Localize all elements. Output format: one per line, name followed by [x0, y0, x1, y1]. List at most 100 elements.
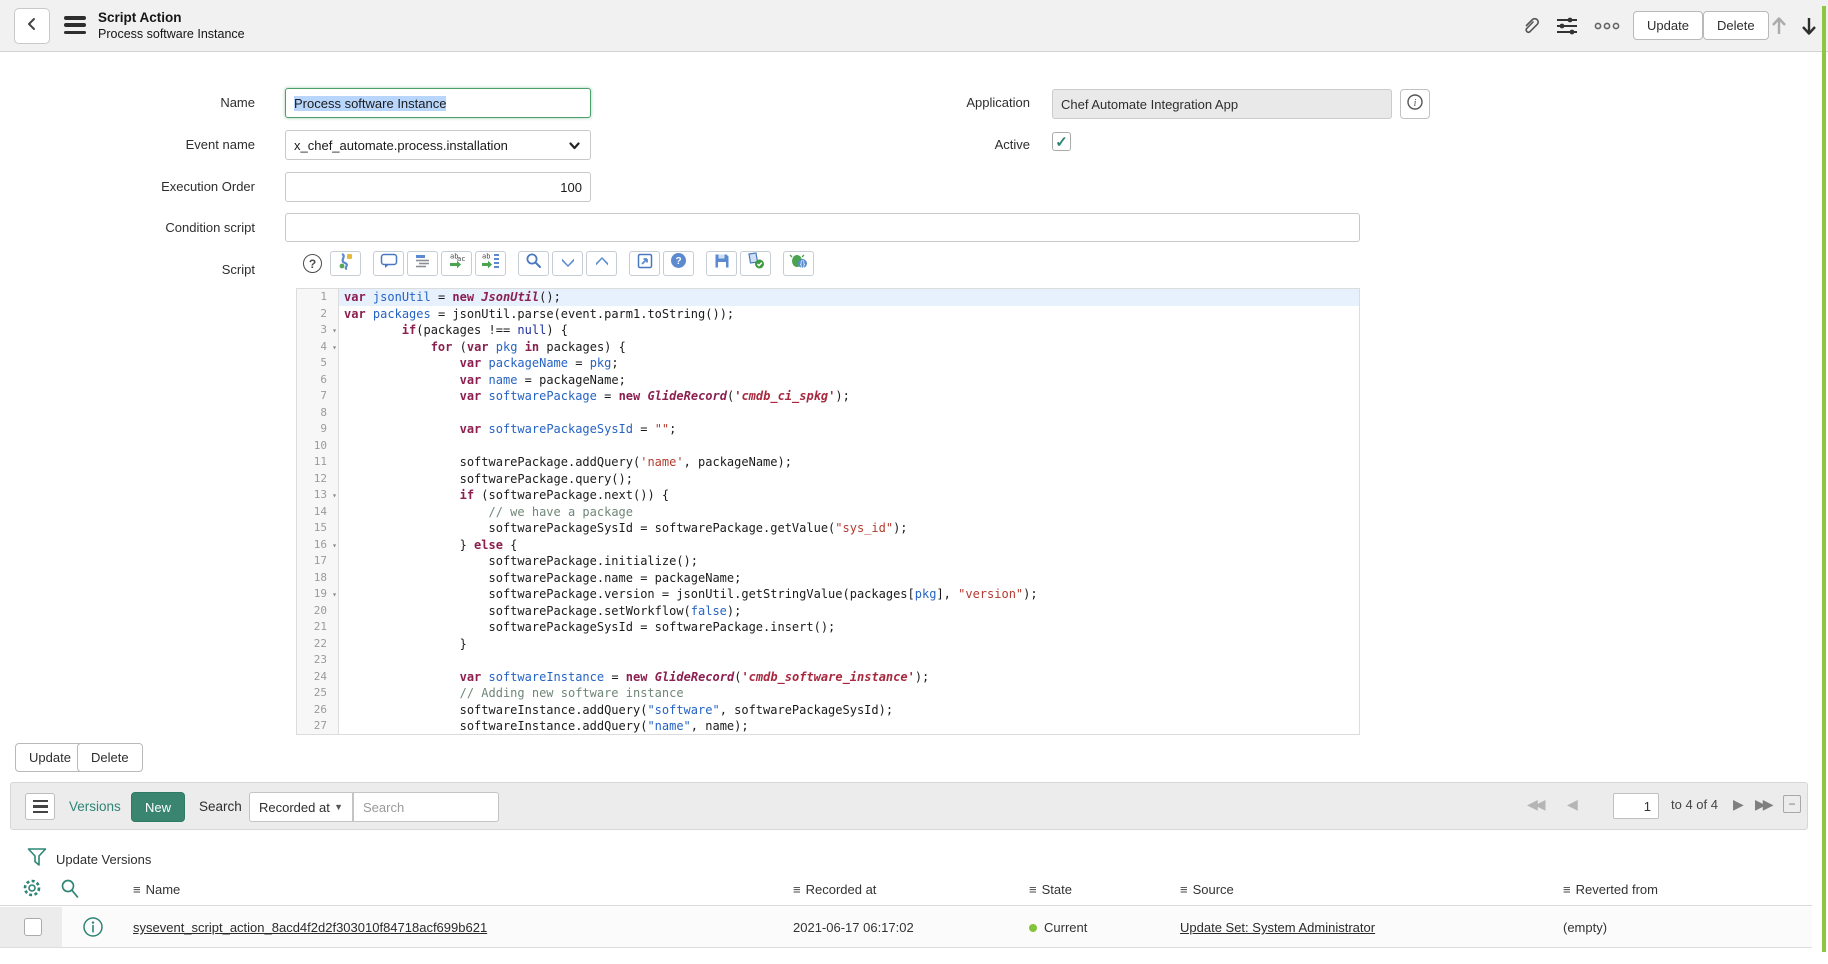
first-page-icon[interactable]: ◀◀ [1527, 796, 1543, 813]
editor-help-button[interactable]: ? [663, 251, 694, 276]
code-line[interactable]: // Adding new software instance [339, 685, 1359, 702]
code-line[interactable]: if(packages !== null) { [339, 322, 1359, 339]
search-field-select[interactable]: Recorded at ▼ [249, 792, 353, 822]
scroll-down-icon[interactable] [1796, 13, 1822, 39]
filter-funnel-icon[interactable] [26, 846, 48, 877]
code-line[interactable]: var softwarePackageSysId = ""; [339, 421, 1359, 438]
svg-text:i: i [1414, 98, 1417, 109]
fold-arrow-icon[interactable]: ▾ [332, 538, 337, 555]
code-line[interactable]: if (softwarePackage.next()) { [339, 487, 1359, 504]
back-button[interactable] [14, 8, 50, 44]
find-previous-button[interactable] [586, 251, 617, 276]
open-popout-button[interactable] [629, 251, 660, 276]
application-info-button[interactable]: i [1400, 89, 1430, 119]
footer-update-button[interactable]: Update [15, 743, 85, 772]
column-menu-icon[interactable]: ≡ [1029, 882, 1037, 897]
version-row[interactable]: sysevent_script_action_8acd4f2d2f303010f… [0, 907, 1812, 948]
name-input[interactable]: Process software Instance [285, 88, 591, 118]
fold-arrow-icon[interactable]: ▾ [332, 340, 337, 357]
personalize-form-icon[interactable] [1554, 13, 1580, 39]
column-header-recorded-at[interactable]: ≡Recorded at [793, 882, 876, 897]
code-line[interactable]: softwarePackage.query(); [339, 471, 1359, 488]
code-line[interactable]: var softwareInstance = new GlideRecord('… [339, 669, 1359, 686]
state-value: Current [1029, 920, 1087, 935]
replace-all-button[interactable]: ab [475, 251, 506, 276]
code-line[interactable]: softwarePackageSysId = softwarePackage.g… [339, 520, 1359, 537]
script-help-icon[interactable]: ? [303, 254, 322, 273]
find-next-button[interactable] [552, 251, 583, 276]
list-search-input[interactable]: Search [353, 792, 499, 822]
header-delete-button[interactable]: Delete [1703, 11, 1769, 40]
code-line[interactable] [339, 405, 1359, 422]
column-menu-icon[interactable]: ≡ [1180, 882, 1188, 897]
replace-button[interactable]: abac [441, 251, 472, 276]
code-line[interactable]: softwarePackage.initialize(); [339, 553, 1359, 570]
code-line[interactable] [339, 438, 1359, 455]
search-button[interactable] [518, 251, 549, 276]
toggle-comment-button[interactable] [373, 251, 404, 276]
save-button[interactable] [706, 251, 737, 276]
header-update-button[interactable]: Update [1633, 11, 1703, 40]
code-line[interactable]: softwarePackage.name = packageName; [339, 570, 1359, 587]
code-line[interactable]: var packageName = pkg; [339, 355, 1359, 372]
code-line[interactable]: softwarePackage.addQuery('name', package… [339, 454, 1359, 471]
last-page-icon[interactable]: ▶▶ [1755, 796, 1771, 813]
breadcrumb[interactable]: Update Versions [56, 852, 151, 867]
script-code-editor[interactable]: 123▾4▾5678910111213▾141516▾171819▾202122… [296, 288, 1360, 735]
event-name-select[interactable]: x_chef_automate.process.installation [285, 130, 591, 160]
code-line[interactable]: for (var pkg in packages) { [339, 339, 1359, 356]
column-header-state[interactable]: ≡State [1029, 882, 1072, 897]
column-menu-icon[interactable]: ≡ [133, 882, 141, 897]
row-info-icon[interactable] [82, 916, 104, 938]
code-line[interactable]: var jsonUtil = new JsonUtil(); [339, 289, 1359, 306]
code-line[interactable] [339, 652, 1359, 669]
column-header-source[interactable]: ≡Source [1180, 882, 1234, 897]
page-title: Script Action [98, 9, 245, 26]
scroll-up-icon[interactable] [1766, 13, 1792, 39]
active-checkbox[interactable]: ✓ [1052, 132, 1071, 151]
application-label: Application [830, 95, 1030, 110]
footer-delete-button[interactable]: Delete [77, 743, 143, 772]
fold-arrow-icon[interactable]: ▾ [332, 323, 337, 340]
form-header-bar: Script Action Process software Instance … [0, 0, 1828, 52]
code-line[interactable]: var softwarePackage = new GlideRecord('c… [339, 388, 1359, 405]
condition-script-input[interactable] [285, 213, 1360, 242]
more-options-icon[interactable] [1594, 13, 1620, 39]
validate-button[interactable] [740, 251, 771, 276]
attachment-icon[interactable] [1518, 13, 1544, 39]
syntax-editor-button[interactable] [330, 251, 361, 276]
column-menu-icon[interactable]: ≡ [1563, 882, 1571, 897]
list-context-menu-icon[interactable] [25, 793, 55, 820]
page-number-input[interactable]: 1 [1613, 793, 1659, 819]
code-line[interactable]: var name = packageName; [339, 372, 1359, 389]
column-header-reverted-from[interactable]: ≡Reverted from [1563, 882, 1658, 897]
execution-order-input[interactable]: 100 [285, 172, 591, 202]
code-line[interactable]: softwarePackageSysId = softwarePackage.i… [339, 619, 1359, 636]
code-line[interactable]: // we have a package [339, 504, 1359, 521]
next-page-icon[interactable]: ▶ [1733, 796, 1741, 813]
column-header-name[interactable]: ≡Name [133, 882, 180, 897]
version-name-link[interactable]: sysevent_script_action_8acd4f2d2f303010f… [133, 920, 487, 935]
fold-arrow-icon[interactable]: ▾ [332, 587, 337, 604]
list-gear-icon[interactable] [20, 876, 44, 900]
code-line[interactable]: softwarePackage.version = jsonUtil.getSt… [339, 586, 1359, 603]
minimize-list-icon[interactable]: − [1783, 795, 1801, 813]
fold-arrow-icon[interactable]: ▾ [332, 488, 337, 505]
code-line[interactable]: softwarePackage.setWorkflow(false); [339, 603, 1359, 620]
format-code-button[interactable] [407, 251, 438, 276]
code-line[interactable]: var packages = jsonUtil.parse(event.parm… [339, 306, 1359, 323]
row-checkbox[interactable] [24, 918, 42, 936]
context-menu-icon[interactable] [64, 16, 86, 34]
code-line[interactable]: softwareInstance.addQuery("name", name); [339, 718, 1359, 735]
code-line[interactable]: } else { [339, 537, 1359, 554]
code-line[interactable]: softwareInstance.addQuery("software", so… [339, 702, 1359, 719]
application-field: Chef Automate Integration App [1052, 89, 1392, 119]
previous-page-icon[interactable]: ◀ [1567, 796, 1575, 813]
code-line[interactable]: } [339, 636, 1359, 653]
script-debugger-button[interactable]: {} [783, 251, 814, 276]
new-version-button[interactable]: New [131, 792, 185, 822]
column-menu-icon[interactable]: ≡ [793, 882, 801, 897]
editor-code-area[interactable]: var jsonUtil = new JsonUtil();var packag… [339, 289, 1359, 734]
source-link[interactable]: Update Set: System Administrator [1180, 920, 1375, 935]
list-search-icon[interactable] [58, 876, 82, 900]
